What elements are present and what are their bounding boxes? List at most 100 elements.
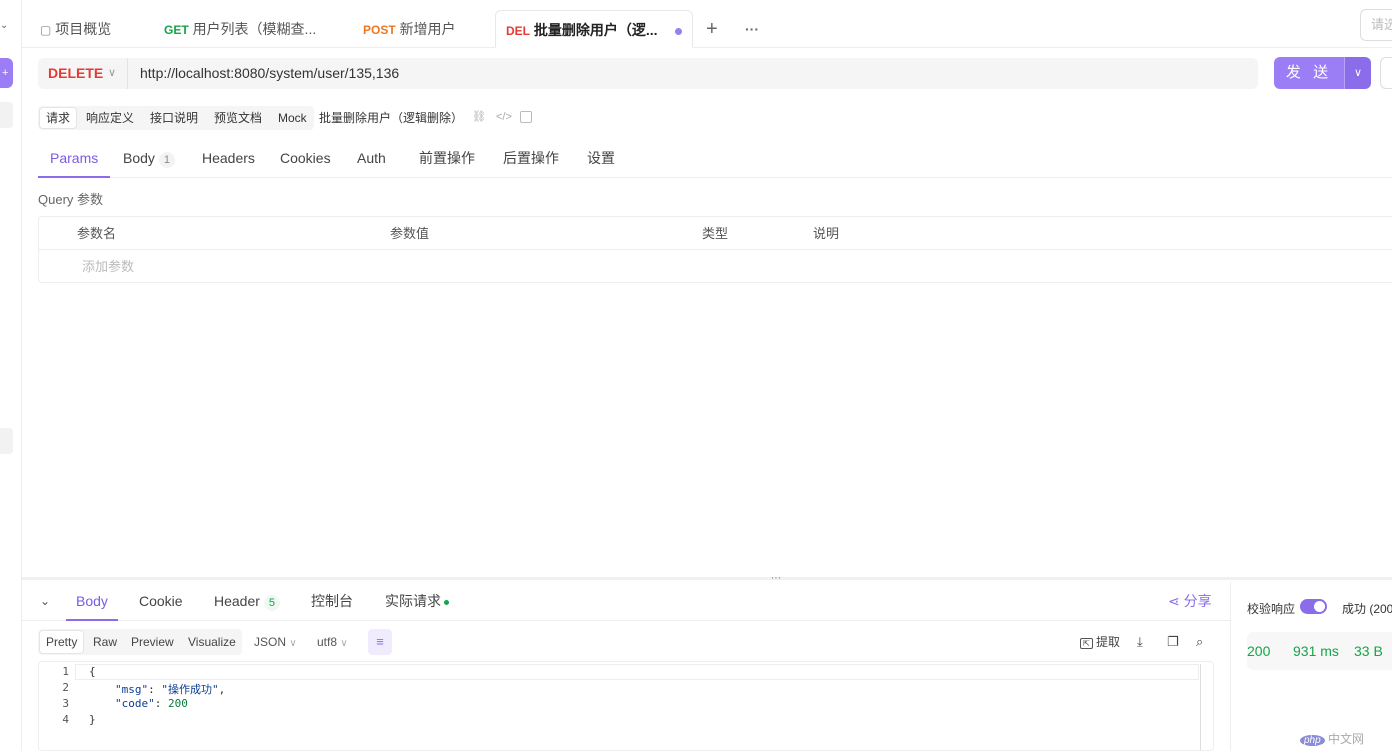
tab-post-ops[interactable]: 后置操作	[503, 140, 559, 178]
format-raw[interactable]: Raw	[93, 629, 117, 655]
subtab-request[interactable]: 请求	[39, 107, 78, 129]
chevron-down-icon: ∨	[340, 638, 348, 649]
request-subtabs: 请求 响应定义 接口说明 预览文档 Mock	[38, 106, 314, 130]
column-header: 参数名	[77, 226, 117, 241]
subtab-api-desc[interactable]: 接口说明	[144, 106, 204, 130]
share-icon: ⋖	[1168, 593, 1180, 609]
environment-select[interactable]: 请选	[1360, 9, 1392, 41]
content-type-select[interactable]: JSON ∨	[254, 629, 297, 657]
tab-label: Body	[123, 150, 155, 166]
extract-icon: ⇱	[1080, 638, 1093, 649]
code-line: "msg": "操作成功",	[115, 683, 226, 696]
extract-button[interactable]: ⇱ 提取	[1080, 629, 1120, 657]
tab-post-add-user[interactable]: POST 新增用户	[363, 10, 456, 48]
response-tab-header[interactable]: Header 5	[214, 582, 280, 621]
line-number: 1	[62, 665, 69, 678]
overview-icon: ▢	[40, 23, 52, 37]
response-tab-body[interactable]: Body	[66, 582, 118, 621]
tab-label: 用户列表（模糊查...	[192, 21, 317, 37]
sidebar-stub[interactable]	[0, 102, 13, 128]
download-icon[interactable]: ⤓	[1137, 629, 1143, 655]
url-bar: DELETE ∨	[38, 58, 1258, 89]
status-dot-icon	[444, 599, 449, 605]
scrollbar[interactable]	[1200, 664, 1201, 750]
tab-auth[interactable]: Auth	[357, 140, 386, 178]
response-tab-actual-request[interactable]: 实际请求	[385, 582, 449, 621]
subtab-preview-doc[interactable]: 预览文档	[208, 106, 268, 130]
code-icon[interactable]: </>	[496, 110, 512, 124]
column-header: 说明	[813, 226, 840, 241]
format-preview[interactable]: Preview	[131, 629, 174, 655]
collapse-response-chevron-icon[interactable]: ⌄	[40, 582, 50, 621]
response-size: 33 B	[1354, 643, 1383, 659]
tab-cookies[interactable]: Cookies	[280, 140, 331, 178]
wrap-lines-icon[interactable]: ≡	[368, 629, 392, 655]
format-pretty[interactable]: Pretty	[39, 630, 85, 654]
response-tab-cookie[interactable]: Cookie	[139, 582, 183, 621]
query-params-title: Query 参数	[38, 192, 104, 207]
tab-bar: ▢ 项目概览 GET 用户列表（模糊查... POST 新增用户 DEL 批量删…	[22, 0, 1392, 48]
tab-params[interactable]: Params	[38, 140, 111, 178]
tab-get-user-list[interactable]: GET 用户列表（模糊查...	[164, 10, 354, 48]
unsaved-dot-icon	[675, 27, 683, 35]
add-tab-button[interactable]: +	[706, 10, 718, 48]
subtab-mock[interactable]: Mock	[272, 106, 313, 130]
tab-pre-ops[interactable]: 前置操作	[419, 140, 475, 178]
api-name[interactable]: 批量删除用户（逻辑删除）	[319, 106, 463, 130]
share-button[interactable]: ⋖ 分享	[1168, 582, 1212, 620]
save-button[interactable]	[1380, 57, 1392, 89]
tab-settings[interactable]: 设置	[587, 140, 615, 178]
tab-label: 实际请求	[385, 593, 441, 609]
extract-label: 提取	[1096, 635, 1121, 649]
copy-icon[interactable]: ❐	[1167, 629, 1179, 655]
tab-body[interactable]: Body 1	[123, 140, 175, 178]
verify-response-toggle[interactable]	[1300, 599, 1327, 614]
tab-del-batch-delete[interactable]: DEL 批量删除用户（逻...	[495, 10, 693, 48]
param-tabs: Params Body 1 Headers Cookies Auth 前置操作 后…	[38, 140, 1392, 178]
query-params-table: 参数名 参数值 类型 说明 添加参数	[38, 216, 1392, 283]
add-param-input[interactable]: 添加参数	[82, 250, 134, 283]
method-tag: DEL	[506, 24, 530, 38]
panel-resize-divider[interactable]	[22, 577, 1392, 580]
tab-label: Params	[50, 150, 99, 166]
tab-label: 新增用户	[399, 21, 456, 37]
collapse-chevron-icon[interactable]: ⌄	[0, 20, 8, 31]
success-status-select[interactable]: 成功 (200	[1342, 600, 1392, 617]
chevron-down-icon: ∨	[108, 67, 117, 79]
new-item-button[interactable]: +	[0, 58, 13, 88]
tab-project-overview[interactable]: ▢ 项目概览	[40, 10, 111, 48]
link-icon[interactable]: ⛓	[472, 110, 486, 124]
code-line: }	[89, 713, 96, 726]
column-header: 参数值	[390, 226, 430, 241]
select-value: JSON	[254, 635, 287, 649]
encoding-select[interactable]: utf8 ∨	[317, 629, 348, 657]
send-button[interactable]: 发 送	[1274, 57, 1344, 89]
tab-label: 批量删除用户（逻...	[533, 22, 658, 38]
response-body-viewer[interactable]: 1 { 2 "msg": "操作成功", 3 "code": 200 4 }	[38, 661, 1214, 751]
subtab-response-def[interactable]: 响应定义	[80, 106, 140, 130]
table-header: 参数名 参数值 类型 说明	[39, 217, 1392, 250]
verify-response-label: 校验响应	[1247, 602, 1296, 616]
left-sidebar-strip: ⌄ +	[0, 0, 22, 751]
response-time: 931 ms	[1293, 643, 1339, 659]
sidebar-stub-selected[interactable]	[0, 428, 13, 454]
status-code: 200	[1247, 643, 1271, 659]
send-dropdown-chevron-icon[interactable]: ∨	[1344, 57, 1371, 89]
code-line: {	[89, 665, 96, 678]
json-key: "msg"	[115, 683, 149, 696]
more-tabs-button[interactable]: ···	[745, 10, 759, 48]
header-count-badge: 5	[263, 595, 280, 611]
json-comma: ,	[218, 683, 226, 696]
method-tag: GET	[164, 23, 189, 37]
url-input[interactable]	[140, 58, 1240, 89]
response-tab-console[interactable]: 控制台	[311, 582, 353, 621]
tab-headers[interactable]: Headers	[202, 140, 255, 178]
chevron-down-icon: ∨	[289, 638, 297, 649]
search-icon[interactable]: ⌕	[1196, 629, 1203, 655]
format-visualize[interactable]: Visualize	[188, 629, 236, 655]
response-stats: 200 931 ms 33 B	[1247, 632, 1392, 670]
json-value: "操作成功"	[161, 683, 219, 696]
tab-label: 项目概览	[55, 21, 112, 37]
method-select[interactable]: DELETE ∨	[38, 58, 128, 89]
panel-icon[interactable]	[520, 111, 532, 123]
